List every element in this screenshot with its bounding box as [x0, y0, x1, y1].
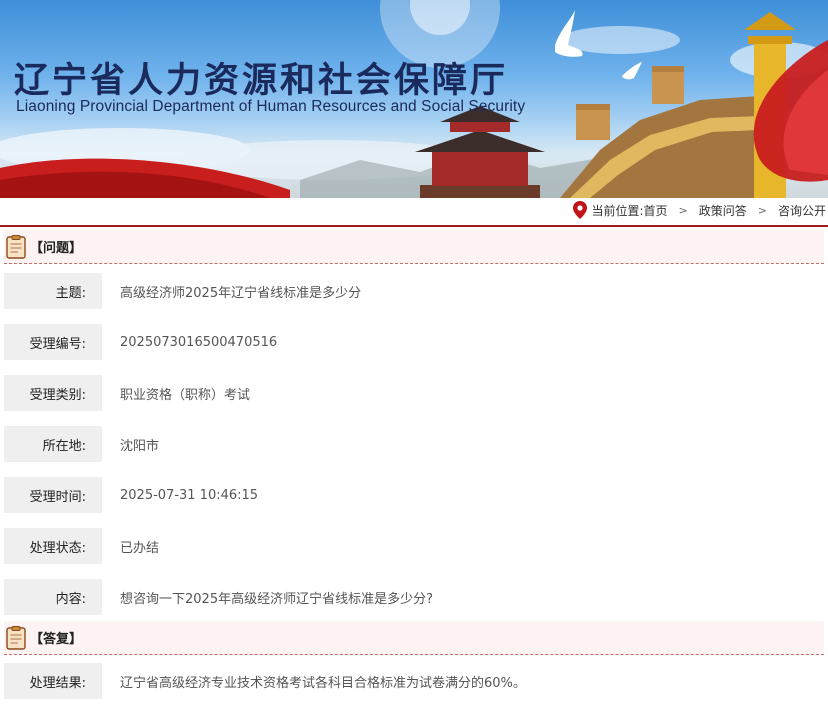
question-row-number: 受理编号: 2025073016500470516 — [4, 324, 828, 360]
breadcrumb-home-link[interactable]: 首页 — [644, 202, 668, 219]
field-label: 受理编号: — [4, 324, 102, 360]
field-value: 想咨询一下2025年高级经济师辽宁省线标准是多少分? — [120, 591, 433, 607]
question-section-title: 【问题】 — [30, 241, 83, 256]
question-section-header: 【问题】 — [4, 230, 824, 264]
answer-section-header: 【答复】 — [4, 621, 824, 655]
field-value: 沈阳市 — [120, 438, 160, 454]
field-label: 主题: — [4, 273, 102, 309]
field-label: 内容: — [4, 579, 102, 615]
location-pin-icon — [573, 201, 588, 219]
breadcrumb-consult-public-link[interactable]: 咨询公开 — [778, 202, 826, 219]
field-value: 高级经济师2025年辽宁省线标准是多少分 — [120, 285, 362, 301]
field-label: 所在地: — [4, 426, 102, 462]
field-value: 职业资格（职称）考试 — [120, 387, 251, 403]
field-value: 2025073016500470516 — [120, 334, 278, 350]
chevron-right-icon: > — [757, 203, 767, 217]
field-label: 受理时间: — [4, 477, 102, 513]
breadcrumb-prefix: 当前位置: — [591, 203, 644, 218]
field-value: 已办结 — [120, 540, 160, 556]
question-row-status: 处理状态: 已办结 — [4, 528, 828, 564]
breadcrumb: 当前位置: 首页 > 政策问答 > 咨询公开 — [573, 201, 826, 219]
field-label: 处理状态: — [4, 528, 102, 564]
header-banner: 辽宁省人力资源和社会保障厅 Liaoning Provincial Depart… — [0, 0, 828, 198]
field-label: 受理类别: — [4, 375, 102, 411]
answer-row-result: 处理结果: 辽宁省高级经济专业技术资格考试各科目合格标准为试卷满分的60%。 — [4, 663, 828, 699]
question-row-time: 受理时间: 2025-07-31 10:46:15 — [4, 477, 828, 513]
site-title-english: Liaoning Provincial Department of Human … — [16, 98, 526, 115]
field-label: 处理结果: — [4, 663, 102, 699]
chevron-right-icon: > — [678, 203, 688, 217]
breadcrumb-bar: 当前位置: 首页 > 政策问答 > 咨询公开 — [0, 198, 828, 227]
field-value: 2025-07-31 10:46:15 — [120, 487, 259, 503]
answer-section-title: 【答复】 — [30, 632, 83, 647]
site-title: 辽宁省人力资源和社会保障厅 — [14, 60, 509, 101]
breadcrumb-policy-qa-link[interactable]: 政策问答 — [699, 202, 747, 219]
clipboard-icon — [6, 234, 26, 259]
question-row-category: 受理类别: 职业资格（职称）考试 — [4, 375, 828, 411]
clipboard-icon — [6, 625, 26, 650]
question-row-subject: 主题: 高级经济师2025年辽宁省线标准是多少分 — [4, 273, 828, 309]
question-row-location: 所在地: 沈阳市 — [4, 426, 828, 462]
field-value: 辽宁省高级经济专业技术资格考试各科目合格标准为试卷满分的60%。 — [120, 675, 526, 691]
question-row-content: 内容: 想咨询一下2025年高级经济师辽宁省线标准是多少分? — [4, 579, 828, 615]
